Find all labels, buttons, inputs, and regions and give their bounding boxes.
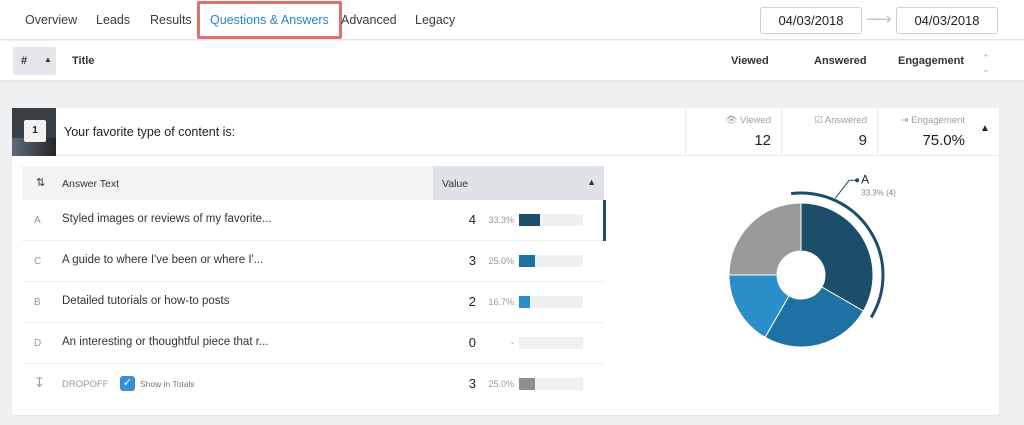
tab-legacy[interactable]: Legacy [415, 0, 455, 40]
callout-label: A [861, 172, 869, 186]
sort-label: # [21, 55, 28, 67]
header-title[interactable]: Title [72, 55, 94, 67]
question-card: 1 Your favorite type of content is: 👁 Vi… [12, 108, 999, 415]
date-to-input[interactable]: 04/03/2018 [896, 7, 998, 34]
arrow-right-icon: ⟶ [866, 9, 892, 29]
header-viewed[interactable]: Viewed [731, 55, 769, 67]
callout-dot [855, 178, 860, 183]
tab-advanced[interactable]: Advanced [341, 0, 397, 40]
callout-detail: 33.3% (4) [861, 188, 896, 197]
caret-up-icon: ▲ [44, 55, 52, 64]
header-engagement[interactable]: Engagement [898, 55, 964, 67]
tab-leads[interactable]: Leads [96, 0, 130, 40]
date-from-input[interactable]: 04/03/2018 [760, 7, 862, 34]
sort-number-button[interactable]: # ▲ [13, 47, 56, 75]
tab-questions-answers[interactable]: Questions & Answers [197, 1, 342, 39]
callout-line [834, 179, 858, 199]
header-answered[interactable]: Answered [814, 55, 867, 67]
top-nav: Overview Leads Results Questions & Answe… [0, 0, 1024, 40]
expand-all-icon[interactable]: ⌃ ⌄ [982, 53, 990, 75]
donut-slice-dropoff[interactable] [728, 202, 802, 276]
list-header: # ▲ Title Viewed Answered Engagement ⌃ ⌄ [0, 41, 1024, 81]
answers-donut-chart: A 33.3% (4) [728, 172, 896, 348]
tab-overview[interactable]: Overview [25, 0, 77, 40]
tab-results[interactable]: Results [150, 0, 192, 40]
